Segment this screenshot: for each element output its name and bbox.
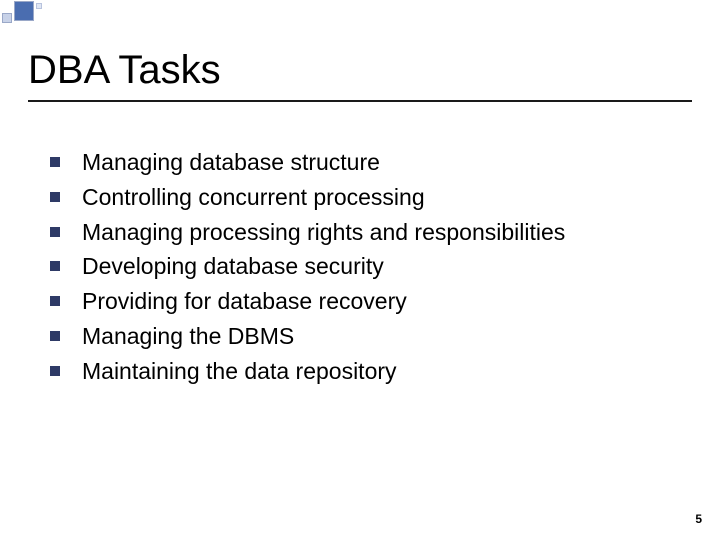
- list-item: Managing database structure: [50, 148, 670, 177]
- list-item: Managing processing rights and responsib…: [50, 218, 670, 247]
- list-item: Providing for database recovery: [50, 287, 670, 316]
- slide-title: DBA Tasks: [28, 48, 221, 93]
- title-underline: [28, 100, 692, 102]
- corner-decoration: [0, 0, 60, 30]
- list-item: Developing database security: [50, 252, 670, 281]
- bullet-icon: [50, 157, 60, 167]
- bullet-text: Managing database structure: [82, 148, 380, 177]
- list-item: Managing the DBMS: [50, 322, 670, 351]
- square-icon: [14, 1, 34, 21]
- bullet-text: Managing the DBMS: [82, 322, 294, 351]
- bullet-text: Developing database security: [82, 252, 384, 281]
- bullet-text: Managing processing rights and responsib…: [82, 218, 565, 247]
- page-number: 5: [695, 512, 702, 526]
- bullet-icon: [50, 261, 60, 271]
- bullet-icon: [50, 366, 60, 376]
- bullet-text: Providing for database recovery: [82, 287, 407, 316]
- bullet-list: Managing database structure Controlling …: [50, 148, 670, 391]
- bullet-icon: [50, 192, 60, 202]
- bullet-icon: [50, 331, 60, 341]
- list-item: Controlling concurrent processing: [50, 183, 670, 212]
- square-icon: [2, 13, 12, 23]
- list-item: Maintaining the data repository: [50, 357, 670, 386]
- bullet-text: Controlling concurrent processing: [82, 183, 425, 212]
- square-icon: [36, 3, 42, 9]
- bullet-icon: [50, 227, 60, 237]
- bullet-icon: [50, 296, 60, 306]
- bullet-text: Maintaining the data repository: [82, 357, 397, 386]
